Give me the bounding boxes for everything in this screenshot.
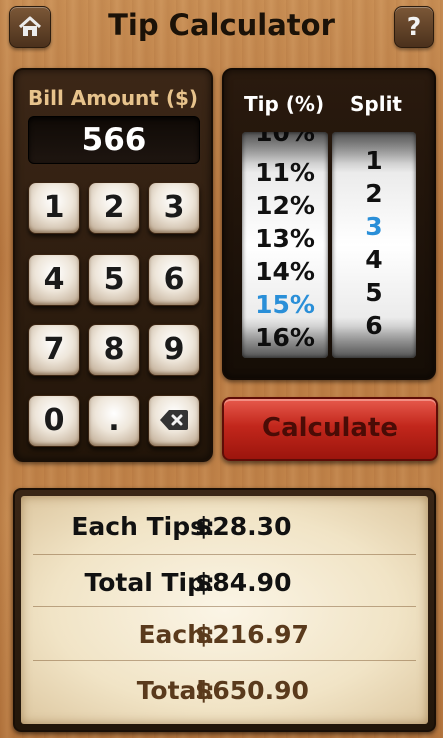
key-4[interactable]: 4 xyxy=(28,254,80,306)
split-option[interactable]: 6 xyxy=(332,311,416,340)
tip-option[interactable]: 10% xyxy=(242,132,328,147)
tip-option[interactable]: 14% xyxy=(242,257,328,286)
split-option[interactable]: 1 xyxy=(332,146,416,175)
tip-option[interactable]: 13% xyxy=(242,224,328,253)
split-picker[interactable]: 1 2 3 4 5 6 xyxy=(332,132,416,358)
key-9[interactable]: 9 xyxy=(148,324,200,376)
results-paper: Each Tips: $28.30 Total Tip: $84.90 Each… xyxy=(21,496,428,724)
key-5[interactable]: 5 xyxy=(88,254,140,306)
key-6[interactable]: 6 xyxy=(148,254,200,306)
split-option[interactable]: 4 xyxy=(332,245,416,274)
split-option-selected[interactable]: 3 xyxy=(332,212,416,241)
tip-option[interactable]: 16% xyxy=(242,323,328,352)
each-value: $216.97 xyxy=(195,620,309,649)
split-option[interactable]: 2 xyxy=(332,179,416,208)
tip-option[interactable]: 11% xyxy=(242,158,328,187)
each-tips-value: $28.30 xyxy=(195,512,292,541)
key-7[interactable]: 7 xyxy=(28,324,80,376)
backspace-key[interactable] xyxy=(148,395,200,447)
key-1[interactable]: 1 xyxy=(28,182,80,234)
tip-column-header: Tip (%) xyxy=(244,92,325,116)
results-panel: Each Tips: $28.30 Total Tip: $84.90 Each… xyxy=(13,488,436,732)
divider xyxy=(33,606,416,607)
tip-split-picker-panel: Tip (%) Split 10% 11% 12% 13% 14% 15% 16… xyxy=(222,68,436,380)
total-value: $650.90 xyxy=(195,676,309,705)
each-tips-label: Each Tips: xyxy=(71,512,215,541)
key-3[interactable]: 3 xyxy=(148,182,200,234)
calculate-button[interactable]: Calculate xyxy=(222,397,438,461)
key-decimal[interactable]: . xyxy=(88,395,140,447)
bill-keypad-panel: Bill Amount ($) 566 1 2 3 4 5 6 7 8 9 0 … xyxy=(13,68,213,462)
key-2[interactable]: 2 xyxy=(88,182,140,234)
page-title: Tip Calculator xyxy=(108,8,335,42)
backspace-icon xyxy=(160,410,188,430)
tip-option[interactable]: 12% xyxy=(242,191,328,220)
key-8[interactable]: 8 xyxy=(88,324,140,376)
tip-percent-picker[interactable]: 10% 11% 12% 13% 14% 15% 16% xyxy=(242,132,328,358)
top-bar: Tip Calculator ? xyxy=(0,0,443,56)
help-icon: ? xyxy=(406,12,422,41)
divider xyxy=(33,660,416,661)
key-0[interactable]: 0 xyxy=(28,395,80,447)
total-tip-value: $84.90 xyxy=(195,568,292,597)
split-column-header: Split xyxy=(350,92,402,116)
divider xyxy=(33,554,416,555)
bill-amount-label: Bill Amount ($) xyxy=(27,86,199,110)
tip-option-selected[interactable]: 15% xyxy=(242,290,328,319)
help-button[interactable]: ? xyxy=(394,6,434,48)
split-option[interactable]: 5 xyxy=(332,278,416,307)
bill-amount-display: 566 xyxy=(28,116,200,164)
